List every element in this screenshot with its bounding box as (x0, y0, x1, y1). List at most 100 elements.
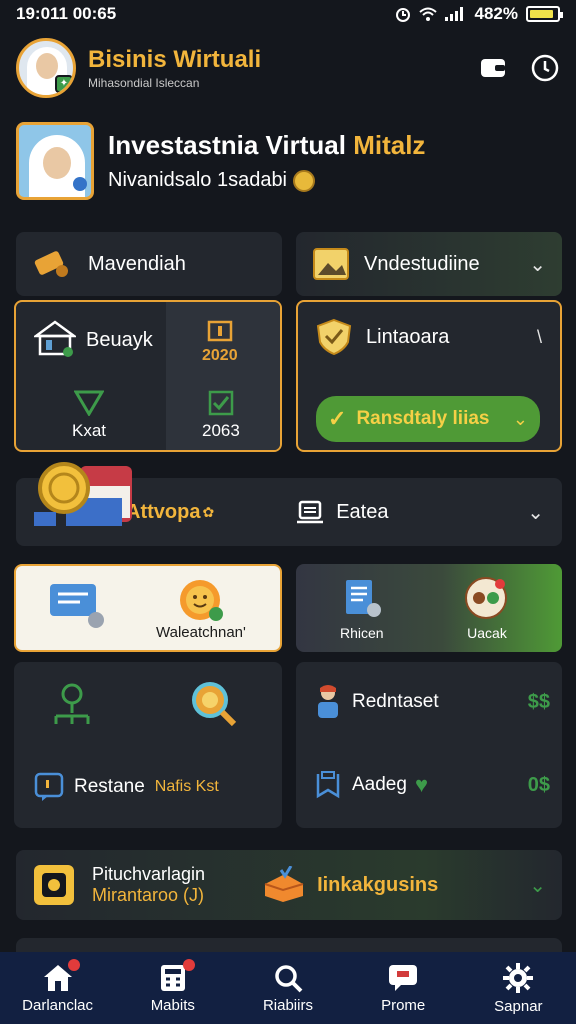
dropdown-right[interactable]: Vndestudiine ⌄ (296, 232, 562, 296)
bottom-card-line1: Pituchvarlagin (92, 864, 206, 884)
stats-bottom-right[interactable]: 2063 (202, 390, 240, 441)
person-icon (318, 685, 338, 718)
notification-badge (182, 958, 195, 971)
coin-icon (293, 169, 316, 192)
app-header: ✦ Bisinis Wirtuali Mihasondial Isleccan (16, 36, 560, 100)
wallet-icon (481, 59, 505, 77)
bank-icon (34, 320, 76, 357)
battery-percent: 482% (474, 4, 518, 23)
finance-row-top[interactable]: Redntaset $$ (314, 684, 550, 720)
chevron-down-icon: ⌄ (529, 874, 546, 897)
nav-item-settings[interactable]: Sapnar (468, 962, 568, 1015)
nav-label-home: Darlanclac (22, 996, 94, 1014)
dropdown-right-label: Vndestudiine (364, 252, 480, 275)
finance-row-bottom[interactable]: Aadeg ♥ 0$ (314, 770, 550, 800)
profile-photo[interactable] (16, 122, 94, 200)
feature-card-split: Rhicen Uacak (296, 564, 562, 652)
nav-item-messages[interactable]: Prome (353, 963, 453, 1014)
bottom-card-right-label: Iinkakgusins (317, 873, 439, 896)
notification-badge (67, 958, 80, 971)
app-subtitle: Mihasondial Isleccan (88, 76, 200, 90)
stats-top-right: 2020 (202, 320, 238, 365)
profile-title-accent: Mitalz (353, 130, 426, 160)
app-title: Bisinis Wirtuali (88, 46, 262, 73)
nav-item-home[interactable]: Darlanclac (8, 958, 108, 1014)
status-bar: 19:011 00:65 482% (0, 0, 576, 28)
stats-bottom-right-value: 2063 (202, 421, 240, 440)
tools-value: Nafis Kst (154, 778, 219, 795)
chevron-down-icon: ⌄ (529, 253, 546, 276)
chat-bubble-icon (34, 772, 64, 801)
profile-subtitle-row: Nivanidsalo 1sadabi (108, 169, 425, 192)
collapse-icon[interactable]: \ (537, 327, 542, 348)
document-icon (297, 500, 324, 524)
finance-bottom-label: Aadeg (352, 774, 407, 795)
stats-top-value: 2020 (202, 347, 238, 364)
avatar[interactable]: ✦ (16, 38, 76, 98)
message-icon (389, 964, 418, 991)
chevron-down-icon: ⌄ (512, 408, 528, 429)
team-button[interactable]: Uacak (464, 576, 510, 641)
checkbox-icon (208, 390, 234, 416)
network-icon (54, 683, 90, 724)
calendar-icon (207, 320, 233, 342)
coin-shop-icon (34, 462, 132, 526)
signal-icon (444, 7, 463, 21)
vault-icon (34, 865, 74, 905)
report-button[interactable]: Rhicen (340, 578, 384, 641)
tools-row[interactable]: Restane Nafis Kst (34, 772, 219, 802)
finance-card: Redntaset $$ Aadeg ♥ 0$ (296, 662, 562, 828)
nav-label-messages: Prome (381, 996, 426, 1014)
profile-title-main: Investastnia Virtual (108, 130, 346, 160)
chevron-down-icon: ⌄ (527, 501, 544, 524)
team-icon (465, 577, 507, 619)
clock-button[interactable] (530, 53, 560, 83)
wallet-button[interactable] (478, 53, 508, 83)
nav-item-calculator[interactable]: Mabits (123, 958, 223, 1014)
report-caption: Rhicen (340, 625, 384, 641)
menu-item-left-label: Mavendiah (88, 252, 186, 275)
clock-icon (531, 54, 559, 82)
stats-panel: Beuayk 2020 Kxat 2063 (14, 300, 282, 452)
nav-item-search[interactable]: Riabiirs (238, 963, 338, 1014)
tools-label: Restane (74, 776, 145, 797)
gift-box-icon (264, 866, 304, 902)
check-icon: ✓ (328, 406, 347, 431)
menu-item-left[interactable]: Mavendiah (16, 232, 282, 296)
report-icon (345, 580, 381, 617)
status-time: 19:011 00:65 (16, 4, 117, 23)
chat-icon (50, 584, 104, 628)
nav-label-settings: Sapnar (494, 997, 543, 1015)
protection-panel: Lintaoara \ ✓ Ransdtaly liias ⌄ (296, 300, 562, 452)
action-pill-button[interactable]: ✓ Ransdtaly liias ⌄ (316, 396, 540, 442)
alarm-icon (395, 8, 410, 22)
search-icon (275, 964, 303, 992)
feature-card-light[interactable]: Waleatchnan' (14, 564, 282, 652)
stats-top-left[interactable]: Beuayk (34, 320, 153, 360)
status-icons: 482% (395, 4, 563, 24)
action-pill-label: Ransdtaly liias (356, 408, 490, 429)
protection-title: Lintaoara (366, 325, 450, 348)
verified-icon: ✦ (55, 75, 73, 93)
tools-card: Restane Nafis Kst (14, 662, 282, 828)
bottom-card-line2: Mirantaroo (J) (92, 885, 205, 905)
bookmark-icon (316, 771, 340, 799)
team-caption: Uacak (467, 625, 507, 641)
stats-bottom-left-label: Kxat (72, 421, 107, 440)
bottom-card[interactable]: Pituchvarlagin Mirantaroo (J) Iinkakgusi… (16, 850, 562, 920)
magnifier-icon[interactable] (190, 680, 238, 728)
gear-icon (503, 962, 534, 993)
stats-top-label: Beuayk (86, 328, 153, 351)
banner-row[interactable]: Attvopa ✿ Eatea ⌄ (16, 462, 562, 546)
nav-label-search: Riabiirs (262, 996, 313, 1014)
finance-bottom-value: 0$ (527, 773, 550, 796)
bottom-navigation: Darlanclac Mabits Riabiirs Prome Sapnar (0, 952, 576, 1024)
sun-face-icon (180, 580, 223, 621)
battery-icon (526, 6, 563, 22)
stats-bottom-left[interactable]: Kxat (72, 390, 106, 441)
shield-icon (316, 318, 352, 356)
sparkle-icon: ✿ (202, 503, 215, 520)
wifi-icon (418, 7, 437, 21)
feature-card-light-caption: Waleatchnan' (156, 624, 246, 641)
profile-section: Investastnia Virtual Mitalz Nivanidsalo … (16, 122, 560, 200)
